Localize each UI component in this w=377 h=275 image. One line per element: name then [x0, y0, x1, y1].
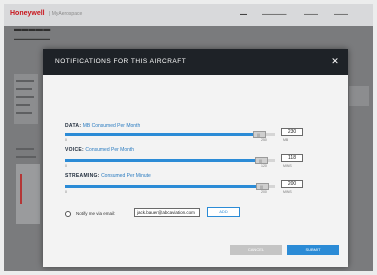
- nav-item-2[interactable]: ▬▬▬▬▬▬▬: [262, 12, 287, 16]
- background-text-line: [16, 88, 32, 90]
- background-right-panel: [349, 86, 369, 106]
- data-slider-max: 250: [261, 138, 267, 142]
- handle-grip-icon: |||: [260, 184, 264, 189]
- data-slider-track[interactable]: |||: [65, 131, 275, 138]
- top-navigation-bar: Honeywell | MyAerospace ▬▬ ▬▬▬▬▬▬▬ ▬▬▬▬ …: [4, 4, 373, 26]
- modal-title: NOTIFICATIONS FOR THIS AIRCRAFT: [55, 58, 187, 65]
- modal-header: NOTIFICATIONS FOR THIS AIRCRAFT ✕: [43, 49, 348, 75]
- background-page-title: ▬▬▬▬▬: [14, 26, 51, 33]
- close-icon[interactable]: ✕: [328, 54, 342, 68]
- notify-radio-button[interactable]: [65, 211, 71, 217]
- handle-grip-icon: |||: [257, 132, 261, 137]
- cancel-button[interactable]: CANCEL: [230, 245, 282, 255]
- email-field[interactable]: jack.bauer@abcaviation.com: [134, 208, 200, 217]
- streaming-slider-fill: [65, 185, 262, 188]
- streaming-unit: MINS: [283, 190, 292, 194]
- data-slider-fill: [65, 133, 259, 136]
- background-text-line: [16, 148, 34, 150]
- streaming-limit-input[interactable]: 200: [281, 180, 303, 188]
- screenshot-frame: Honeywell | MyAerospace ▬▬ ▬▬▬▬▬▬▬ ▬▬▬▬ …: [0, 0, 377, 275]
- app-page: Honeywell | MyAerospace ▬▬ ▬▬▬▬▬▬▬ ▬▬▬▬ …: [4, 4, 373, 271]
- voice-slider-fill: [65, 159, 261, 162]
- voice-section-label: VOICE: Consumed Per Month: [65, 147, 134, 153]
- add-email-button[interactable]: ADD: [207, 207, 240, 217]
- background-text-line: [16, 96, 34, 98]
- data-slider-min: 0: [65, 138, 67, 142]
- nav-item-4[interactable]: ▬▬▬▬: [334, 12, 348, 16]
- background-text-line: [16, 80, 34, 82]
- brand-subtitle: | MyAerospace: [49, 11, 83, 17]
- voice-slider-track[interactable]: |||: [65, 157, 275, 164]
- background-text-line: [16, 156, 36, 158]
- notify-email-label: Notify me via email:: [76, 211, 116, 216]
- handle-grip-icon: |||: [259, 158, 263, 163]
- streaming-slider-min: 0: [65, 190, 67, 194]
- background-text-line: [16, 104, 30, 106]
- voice-limit-input[interactable]: 118: [281, 154, 303, 162]
- data-unit: MB: [283, 138, 289, 142]
- nav-item-3[interactable]: ▬▬▬▬: [304, 12, 318, 16]
- notifications-modal: NOTIFICATIONS FOR THIS AIRCRAFT ✕ DATA: …: [43, 49, 348, 267]
- streaming-slider-max: 200: [261, 190, 267, 194]
- streaming-slider-handle[interactable]: |||: [256, 183, 269, 190]
- streaming-section-description: Consumed Per Minute: [101, 173, 151, 179]
- voice-slider-max: 120: [261, 164, 267, 168]
- streaming-section-name: STREAMING:: [65, 173, 100, 179]
- data-limit-input[interactable]: 230: [281, 128, 303, 136]
- background-accent-bar: [20, 174, 22, 204]
- data-section-description: MB Consumed Per Month: [82, 123, 141, 129]
- data-section-label: DATA: MB Consumed Per Month: [65, 123, 140, 129]
- background-page-subtitle: ▬▬▬▬▬▬▬▬▬: [14, 36, 50, 41]
- voice-section-name: VOICE:: [65, 147, 85, 153]
- streaming-section-label: STREAMING: Consumed Per Minute: [65, 173, 151, 179]
- data-slider-handle[interactable]: |||: [253, 131, 266, 138]
- data-section-name: DATA:: [65, 123, 82, 129]
- submit-button[interactable]: SUBMIT: [287, 245, 339, 255]
- voice-unit: MINS: [283, 164, 292, 168]
- brand-logo[interactable]: Honeywell: [10, 10, 45, 17]
- voice-slider-min: 0: [65, 164, 67, 168]
- nav-item-1[interactable]: ▬▬: [240, 12, 247, 16]
- streaming-slider-track[interactable]: |||: [65, 183, 275, 190]
- voice-slider-handle[interactable]: |||: [255, 157, 268, 164]
- background-text-line: [16, 112, 32, 114]
- voice-section-description: Consumed Per Month: [85, 147, 135, 153]
